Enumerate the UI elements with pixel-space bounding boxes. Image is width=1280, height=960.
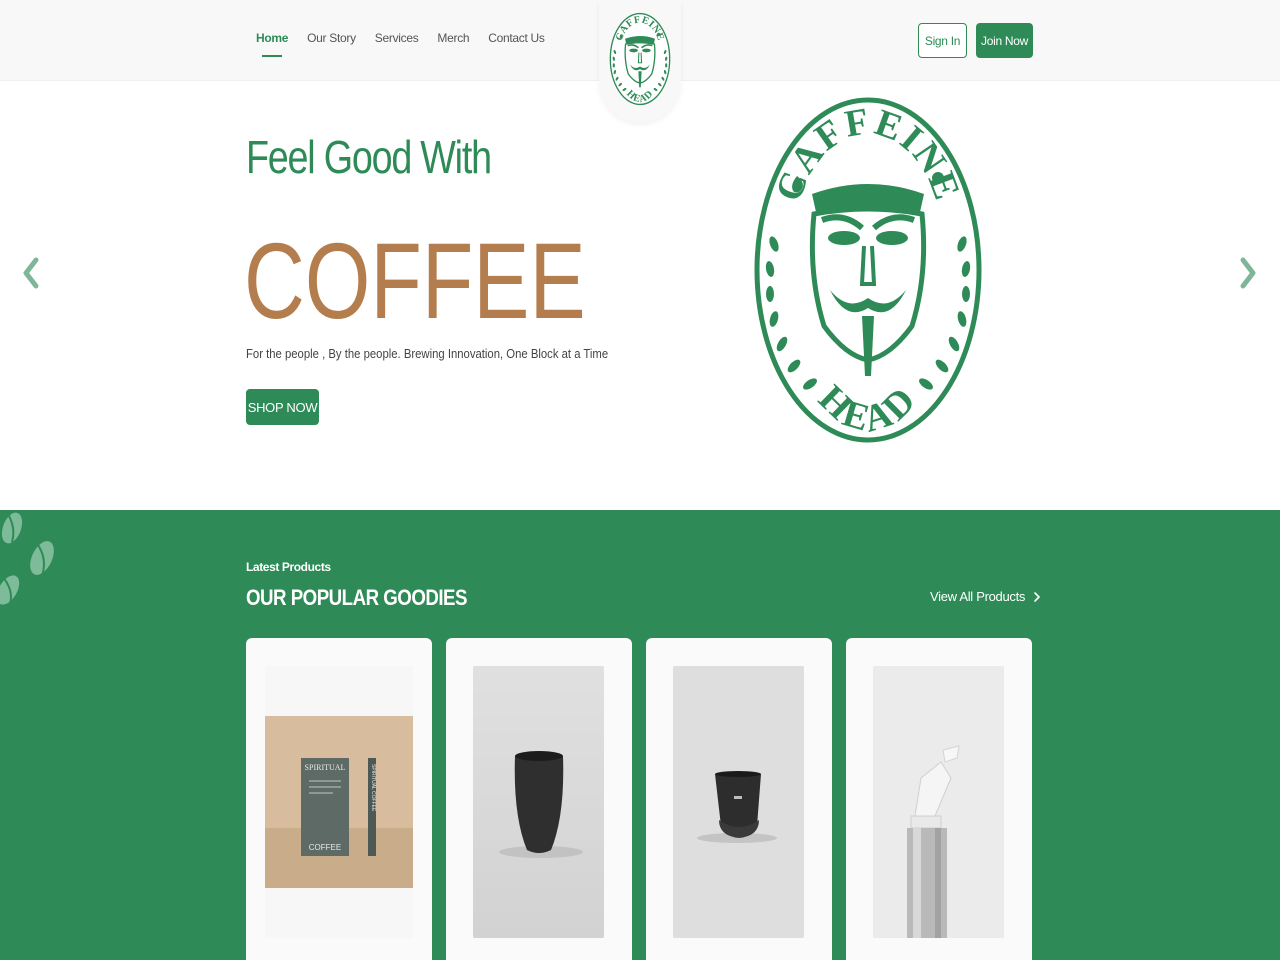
chevron-left-icon [23, 257, 39, 289]
coffee-box-brand: SPIRITUAL [305, 763, 346, 772]
hero-tagline: For the people , By the people. Brewing … [246, 346, 609, 361]
product-image-spray-bottle [873, 666, 1004, 938]
coffee-box-label: COFFEE [309, 843, 341, 852]
nav-link-home[interactable]: Home [256, 31, 288, 57]
spray-bottle-image [873, 666, 1004, 938]
chevron-right-icon [1240, 257, 1256, 289]
hero-title: COFFEE [244, 220, 586, 341]
section-eyebrow: Latest Products [246, 560, 331, 574]
nav-link-services[interactable]: Services [375, 31, 419, 45]
product-card-coffee-box[interactable]: SPIRITUAL COFFEE SPIRITUAL COFFEE [246, 638, 432, 960]
product-card-black-tumbler[interactable] [446, 638, 632, 960]
nav-logo[interactable] [599, 0, 681, 122]
caffeine-head-logo [752, 94, 984, 446]
product-card-black-cup[interactable] [646, 638, 832, 960]
section-title: OUR POPULAR GOODIES [246, 585, 467, 610]
product-image-coffee-box: SPIRITUAL COFFEE SPIRITUAL COFFEE [265, 666, 413, 938]
nav-link-contact-us[interactable]: Contact Us [488, 31, 545, 45]
join-now-button[interactable]: Join Now [976, 23, 1033, 58]
shop-now-button[interactable]: SHOP NOW [246, 389, 319, 425]
nav-link-merch[interactable]: Merch [437, 31, 469, 45]
product-image-black-tumbler [473, 666, 604, 938]
coffee-box-spine: SPIRITUAL COFFEE [370, 764, 376, 812]
black-tumbler-image [473, 666, 604, 938]
carousel-prev-button[interactable] [19, 256, 43, 290]
caffeine-head-logo-small [609, 12, 671, 107]
carousel-next-button[interactable] [1236, 256, 1260, 290]
product-card-spray-bottle[interactable] [846, 638, 1032, 960]
view-all-label: View All Products [930, 589, 1026, 604]
sign-in-button[interactable]: Sign In [918, 23, 967, 58]
product-image-black-cup [673, 666, 804, 938]
nav-link-our-story[interactable]: Our Story [307, 31, 356, 45]
nav-links: Home Our Story Services Merch Contact Us [256, 31, 545, 57]
products-section: Latest Products OUR POPULAR GOODIES View… [0, 510, 1280, 960]
coffee-bean-icon [0, 512, 54, 605]
coffee-box-image: SPIRITUAL COFFEE SPIRITUAL COFFEE [265, 716, 413, 888]
chevron-right-icon [1034, 591, 1041, 602]
hero-pretitle: Feel Good With [246, 131, 492, 183]
black-cup-image [673, 666, 804, 938]
view-all-products-link[interactable]: View All Products [930, 589, 1041, 604]
